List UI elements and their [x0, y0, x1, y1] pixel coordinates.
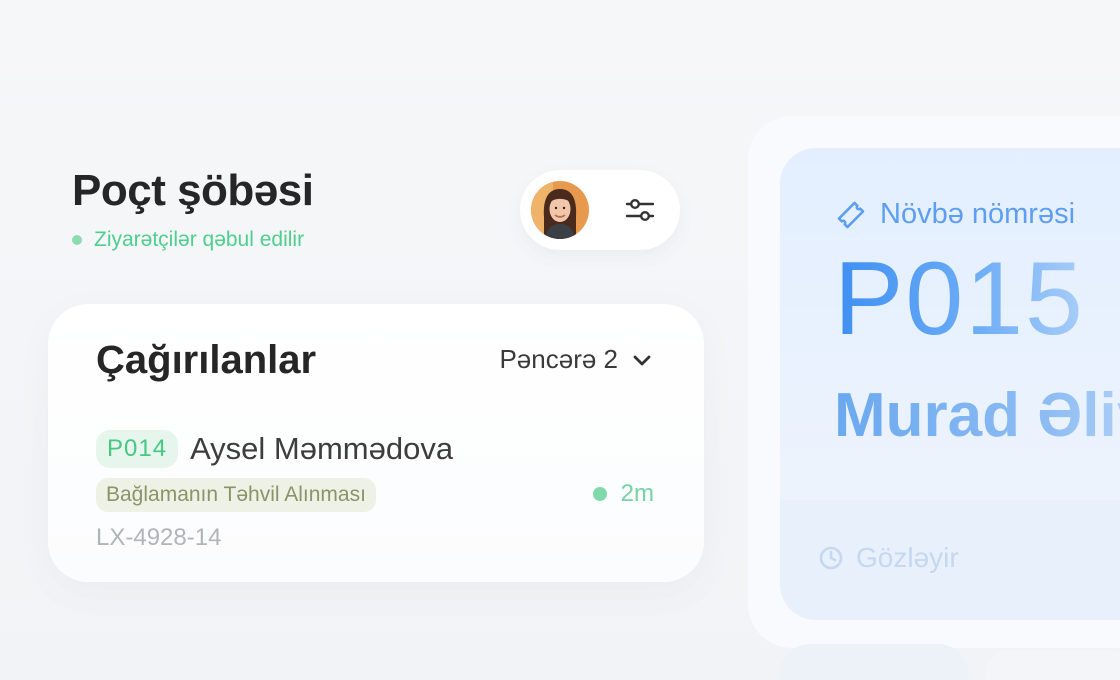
queue-status-text: Gözləyir: [856, 542, 959, 573]
queue-label: Növbə nömrəsi: [836, 198, 1075, 231]
page-title: Poçt şöbəsi: [72, 166, 314, 215]
status-dot: [72, 235, 82, 245]
chevron-down-icon: [633, 355, 651, 365]
time-dot: [592, 487, 607, 501]
ticket-time-text: 2m: [620, 480, 654, 507]
filter-button[interactable]: [620, 190, 660, 230]
ticket-icon: [837, 201, 865, 228]
called-title: Çağırılanlar: [96, 338, 317, 382]
ticket-name: Aysel Məmmədova: [190, 431, 454, 466]
status-indicator: Ziyarətçilər qəbul edilir: [72, 228, 304, 252]
ticket-time: 2m: [592, 480, 654, 508]
queue-footer: Gözləyir: [780, 500, 1120, 620]
called-card: Çağırılanlar Pəncərə 2 P014 Aysel Məmməd…: [48, 304, 704, 582]
queue-number: P015: [834, 241, 1085, 357]
queue-person-name: Murad Əliyev: [834, 380, 1120, 451]
queue-label-text: Növbə nömrəsi: [880, 198, 1076, 230]
ticket-number-badge: P014: [96, 430, 179, 468]
profile-pill: [520, 170, 680, 250]
next-card-preview-2: [985, 650, 1120, 680]
service-tag: Bağlamanın Təhvil Alınması: [96, 478, 376, 512]
queue-card[interactable]: Növbə nömrəsi P015 Murad Əliyev Gözləyir: [780, 148, 1120, 620]
avatar[interactable]: [531, 181, 589, 239]
status-text: Ziyarətçilər qəbul edilir: [94, 228, 305, 251]
window-select[interactable]: Pəncərə 2: [499, 344, 652, 375]
ticket-code: LX-4928-14: [96, 524, 222, 551]
next-card-preview: [780, 644, 968, 680]
window-select-label: Pəncərə 2: [499, 344, 618, 374]
clock-icon: [819, 546, 843, 570]
ticket-row[interactable]: P014 Aysel Məmmədova: [96, 430, 453, 468]
queue-status: Gözləyir: [818, 542, 959, 574]
sliders-icon: [625, 198, 655, 222]
